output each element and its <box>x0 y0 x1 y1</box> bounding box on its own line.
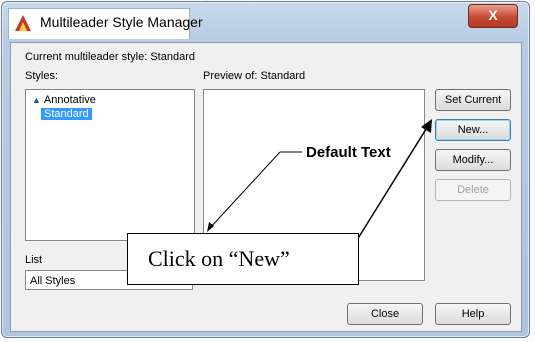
preview-drawing-overlay: Default Text <box>207 119 432 241</box>
instruction-callout: Click on “New” <box>127 233 359 285</box>
leader-line <box>209 151 281 229</box>
callout-arrowhead-icon <box>421 119 432 133</box>
preview-default-text: Default Text <box>306 144 391 161</box>
leader-arrowhead-icon <box>207 222 214 232</box>
